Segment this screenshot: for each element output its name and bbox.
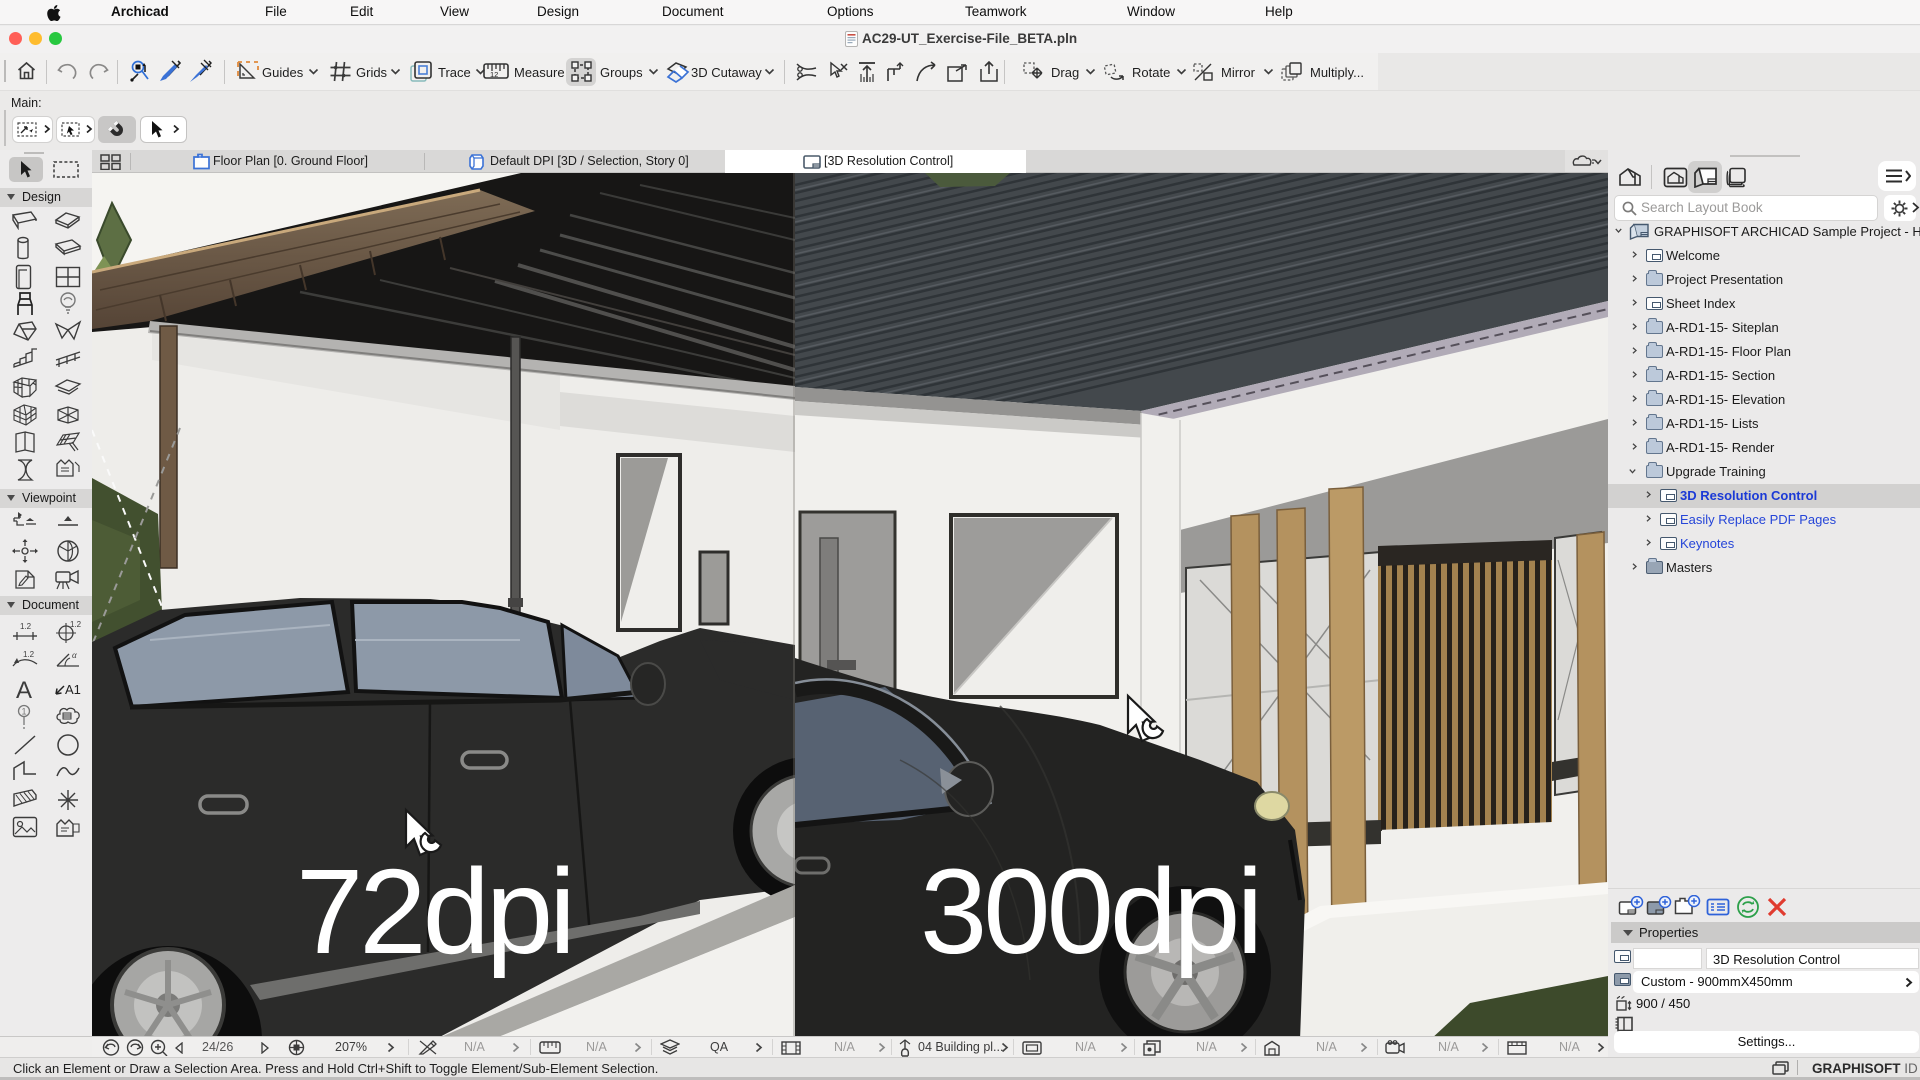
svg-text:1: 1 — [22, 707, 27, 717]
svg-text:300dpi: 300dpi — [920, 843, 1259, 979]
svg-text:1.2: 1.2 — [20, 622, 32, 631]
svg-text:A1: A1 — [65, 682, 81, 697]
svg-text:1.2: 1.2 — [23, 650, 35, 659]
svg-text:72dpi: 72dpi — [296, 843, 572, 979]
svg-text:1.2: 1.2 — [70, 620, 81, 629]
svg-text:α: α — [72, 650, 77, 660]
svg-text:A: A — [16, 677, 32, 702]
svg-text:12: 12 — [490, 70, 498, 79]
